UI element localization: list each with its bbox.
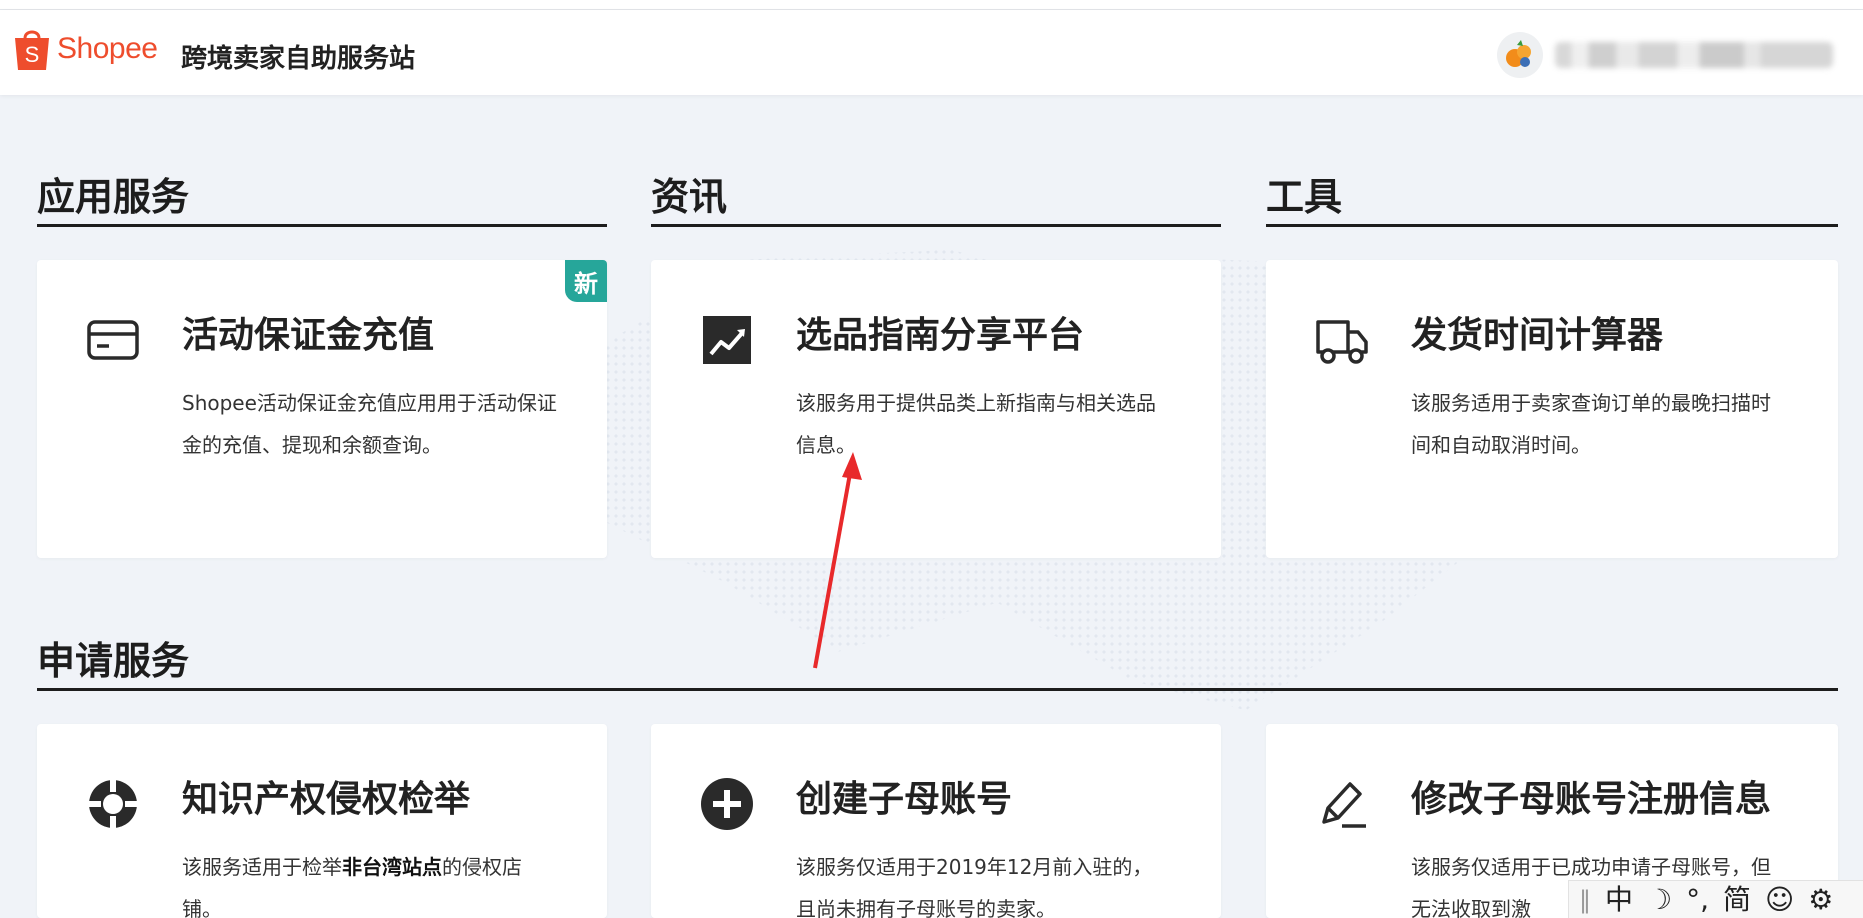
- ime-chinese-toggle[interactable]: 中: [1605, 885, 1633, 914]
- moon-icon[interactable]: ☽: [1647, 885, 1672, 914]
- emoji-icon[interactable]: ☺: [1765, 885, 1794, 914]
- ime-grip[interactable]: ‖: [1579, 886, 1591, 914]
- punctuation-toggle[interactable]: °,: [1686, 885, 1709, 914]
- simplified-toggle[interactable]: 简: [1723, 885, 1751, 914]
- ime-toolbar[interactable]: ‖ 中 ☽ °, 简 ☺ ⚙: [1568, 880, 1863, 918]
- settings-icon[interactable]: ⚙: [1808, 885, 1833, 914]
- annotation-arrow: [813, 452, 862, 669]
